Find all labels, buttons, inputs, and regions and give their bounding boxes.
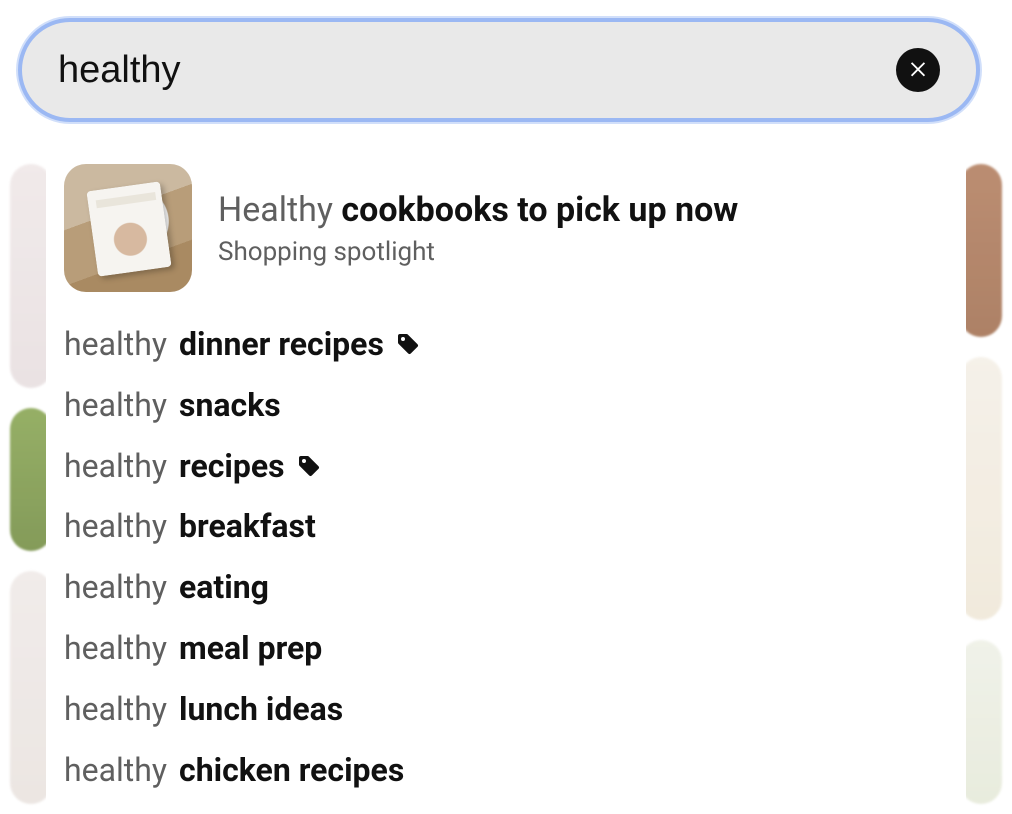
search-suggestion[interactable]: healthy meal prep [64, 618, 948, 679]
suggestion-completion: recipes [179, 448, 285, 485]
suggestion-prefix: healthy [64, 630, 167, 667]
suggestion-completion: breakfast [179, 508, 316, 545]
spotlight-title: cookbooks to pick up now [341, 190, 738, 230]
search-right-pad [980, 18, 1008, 122]
bg-card [960, 640, 1002, 804]
search-container[interactable] [18, 18, 980, 122]
clear-search-button[interactable] [896, 48, 940, 92]
search-suggestion[interactable]: healthy dinner recipes [64, 314, 948, 375]
bg-card [960, 357, 1002, 620]
search-input[interactable] [58, 49, 896, 92]
search-suggestion[interactable]: healthy lunch ideas [64, 679, 948, 740]
bg-card [960, 164, 1002, 337]
suggestion-completion: meal prep [179, 630, 322, 667]
shopping-spotlight-item[interactable]: Healthy cookbooks to pick up now Shoppin… [64, 160, 948, 314]
search-suggestions-dropdown: Healthy cookbooks to pick up now Shoppin… [46, 120, 966, 814]
suggestion-prefix: healthy [64, 387, 167, 424]
tag-icon [396, 332, 420, 356]
close-icon [907, 57, 929, 83]
suggestion-completion: lunch ideas [179, 691, 343, 728]
suggestion-prefix: healthy [64, 752, 167, 789]
suggestion-prefix: healthy [64, 691, 167, 728]
suggestion-prefix: healthy [64, 569, 167, 606]
suggestion-completion: eating [179, 569, 269, 606]
suggestion-prefix: healthy [64, 508, 167, 545]
search-suggestion[interactable]: healthy recipes [64, 436, 948, 497]
spotlight-prefix: Healthy [218, 190, 333, 230]
spotlight-thumbnail [64, 164, 192, 292]
search-suggestion[interactable]: healthy breakfast [64, 496, 948, 557]
search-suggestion[interactable]: healthy chicken recipes [64, 740, 948, 801]
suggestion-prefix: healthy [64, 326, 167, 363]
search-suggestion[interactable]: healthy snacks [64, 375, 948, 436]
suggestion-completion: snacks [179, 387, 281, 424]
search-bar-row [0, 0, 1012, 122]
suggestion-prefix: healthy [64, 448, 167, 485]
tag-icon [297, 454, 321, 478]
suggestion-completion: dinner recipes [179, 326, 384, 363]
spotlight-text: Healthy cookbooks to pick up now Shoppin… [218, 189, 738, 268]
suggestion-completion: chicken recipes [179, 752, 404, 789]
spotlight-subtitle: Shopping spotlight [218, 237, 738, 267]
search-suggestion[interactable]: healthy eating [64, 557, 948, 618]
